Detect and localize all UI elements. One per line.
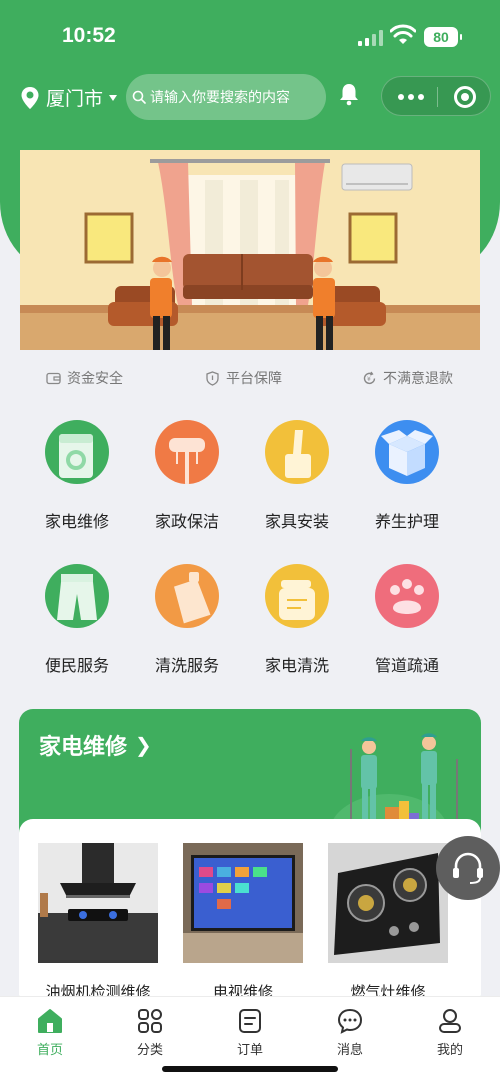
more-icon[interactable] <box>398 94 424 100</box>
range-hood-image <box>38 843 158 963</box>
cellular-signal-icon <box>358 30 384 46</box>
chevron-down-icon <box>109 94 118 101</box>
tab-categories[interactable]: 分类 <box>110 1007 190 1058</box>
city-name: 厦门市 <box>46 88 104 110</box>
refund-icon: ¥ <box>363 371 376 384</box>
category-label: 管道疏通 <box>374 656 439 675</box>
city-selector[interactable]: 厦门市 <box>20 84 118 111</box>
category-label: 家政保洁 <box>154 512 219 531</box>
clothing-icon <box>45 564 109 628</box>
status-time: 10:52 <box>62 24 116 47</box>
banner-illustration <box>20 150 480 350</box>
grid-icon <box>138 1009 162 1033</box>
guarantee-item: ¥ 不满意退款 <box>362 368 453 388</box>
promo-banner[interactable] <box>20 150 480 350</box>
user-icon <box>439 1009 461 1033</box>
home-icon <box>38 1009 62 1033</box>
location-pin-icon <box>21 86 39 109</box>
category-label: 家电清洗 <box>264 656 329 675</box>
section-title[interactable]: 家电维修 ❯ <box>39 729 152 761</box>
guarantee-label: 不满意退款 <box>383 371 453 387</box>
miniprogram-capsule <box>381 76 491 116</box>
tab-label: 分类 <box>136 1043 163 1058</box>
furniture-icon <box>265 420 329 484</box>
tab-messages[interactable]: 消息 <box>310 1007 390 1058</box>
svg-text:¥: ¥ <box>367 376 371 383</box>
search-icon <box>132 90 146 104</box>
shield-icon <box>206 370 219 386</box>
broom-icon <box>155 420 219 484</box>
close-target-icon[interactable] <box>454 86 476 108</box>
status-bar: 10:52 80 <box>0 0 500 70</box>
tab-home[interactable]: 首页 <box>10 1007 90 1058</box>
category-housekeeping[interactable]: 家政保洁 <box>132 420 242 532</box>
box-icon <box>375 420 439 484</box>
category-label: 家电维修 <box>44 512 109 531</box>
category-label: 养生护理 <box>374 512 439 531</box>
capsule-divider <box>437 87 438 107</box>
guarantee-item: 平台保障 <box>205 368 282 388</box>
customer-service-button[interactable] <box>436 836 500 900</box>
tab-label: 订单 <box>236 1043 263 1058</box>
search-placeholder: 请输入你要搜索的内容 <box>150 90 290 106</box>
guarantee-label: 平台保障 <box>226 371 282 387</box>
category-convenience[interactable]: 便民服务 <box>22 564 132 676</box>
product-card[interactable]: 电视维修 <box>183 843 303 1002</box>
appliance-repair-section: 家电维修 ❯ 油烟机检测维修 电视维修 燃气灶维修 <box>19 709 481 1009</box>
category-furniture-install[interactable]: 家具安装 <box>242 420 352 532</box>
tab-label: 消息 <box>336 1043 363 1058</box>
tab-label: 首页 <box>36 1043 63 1058</box>
tab-label: 我的 <box>436 1043 463 1058</box>
chevron-right-icon: ❯ <box>135 733 152 757</box>
paw-icon <box>375 564 439 628</box>
product-card[interactable]: 燃气灶维修 <box>328 843 448 1002</box>
category-appliance-cleaning[interactable]: 家电清洗 <box>242 564 352 676</box>
product-card[interactable]: 油烟机检测维修 <box>38 843 158 1002</box>
headset-icon <box>453 852 483 884</box>
category-label: 清洗服务 <box>154 656 219 675</box>
tv-image <box>183 843 303 963</box>
search-input[interactable]: 请输入你要搜索的内容 <box>126 74 326 120</box>
battery-indicator: 80 <box>424 27 462 47</box>
category-home-appliance-repair[interactable]: 家电维修 <box>22 420 132 532</box>
bottle-icon <box>155 564 219 628</box>
category-cleaning-service[interactable]: 清洗服务 <box>132 564 242 676</box>
guarantee-row: 资金安全 平台保障 ¥ 不满意退款 <box>0 368 500 388</box>
guarantee-label: 资金安全 <box>67 371 123 387</box>
tab-orders[interactable]: 订单 <box>210 1007 290 1058</box>
bell-icon[interactable] <box>338 82 360 106</box>
wifi-icon <box>390 24 416 44</box>
category-pipe-unclogging[interactable]: 管道疏通 <box>352 564 462 676</box>
guarantee-item: 资金安全 <box>46 368 123 388</box>
order-icon <box>239 1009 261 1033</box>
category-label: 家具安装 <box>264 512 329 531</box>
tab-profile[interactable]: 我的 <box>410 1007 490 1058</box>
product-list: 油烟机检测维修 电视维修 燃气灶维修 <box>19 819 481 1009</box>
washing-machine-icon <box>45 420 109 484</box>
gas-stove-image <box>328 843 448 963</box>
kettle-icon <box>265 564 329 628</box>
category-label: 便民服务 <box>44 656 109 675</box>
home-indicator <box>162 1066 338 1072</box>
category-health-care[interactable]: 养生护理 <box>352 420 462 532</box>
wallet-icon <box>46 372 61 384</box>
section-title-text: 家电维修 <box>39 735 128 760</box>
message-icon <box>337 1008 363 1034</box>
